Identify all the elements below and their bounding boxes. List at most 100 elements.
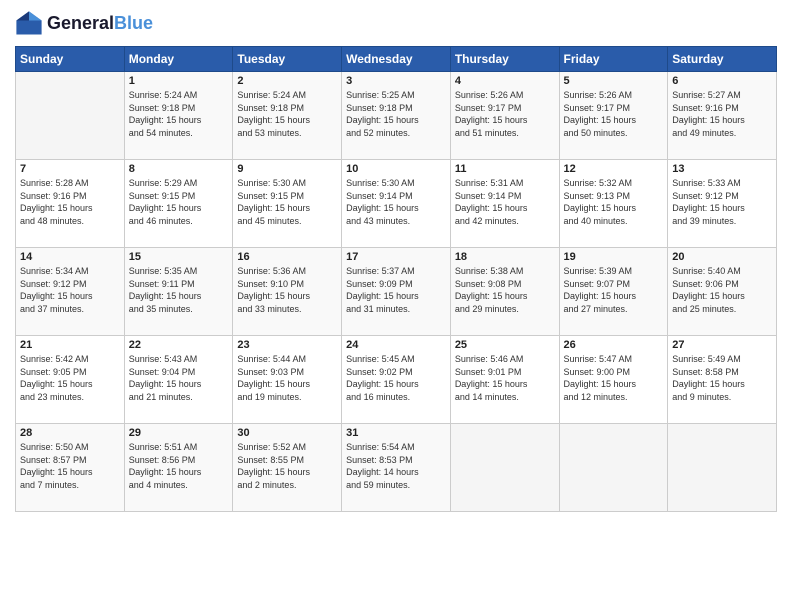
day-number: 5 (564, 75, 664, 87)
day-number: 2 (237, 75, 337, 87)
calendar-cell: 2 Sunrise: 5:24 AM Sunset: 9:18 PM Daylig… (233, 72, 342, 160)
header-day-tuesday: Tuesday (233, 47, 342, 72)
day-number: 17 (346, 251, 446, 263)
calendar-cell: 13 Sunrise: 5:33 AM Sunset: 9:12 PM Dayli… (668, 160, 777, 248)
day-number: 7 (20, 163, 120, 175)
day-number: 27 (672, 339, 772, 351)
header-day-sunday: Sunday (16, 47, 125, 72)
header-row: SundayMondayTuesdayWednesdayThursdayFrid… (16, 47, 777, 72)
cell-info: Sunrise: 5:26 AM Sunset: 9:17 PM Dayligh… (455, 89, 555, 139)
cell-info: Sunrise: 5:36 AM Sunset: 9:10 PM Dayligh… (237, 265, 337, 315)
week-row-2: 14 Sunrise: 5:34 AM Sunset: 9:12 PM Dayli… (16, 248, 777, 336)
day-number: 30 (237, 427, 337, 439)
cell-info: Sunrise: 5:34 AM Sunset: 9:12 PM Dayligh… (20, 265, 120, 315)
header-day-saturday: Saturday (668, 47, 777, 72)
day-number: 20 (672, 251, 772, 263)
week-row-4: 28 Sunrise: 5:50 AM Sunset: 8:57 PM Dayli… (16, 424, 777, 512)
cell-info: Sunrise: 5:25 AM Sunset: 9:18 PM Dayligh… (346, 89, 446, 139)
cell-info: Sunrise: 5:38 AM Sunset: 9:08 PM Dayligh… (455, 265, 555, 315)
header-day-thursday: Thursday (450, 47, 559, 72)
day-number: 26 (564, 339, 664, 351)
cell-info: Sunrise: 5:33 AM Sunset: 9:12 PM Dayligh… (672, 177, 772, 227)
calendar-table: SundayMondayTuesdayWednesdayThursdayFrid… (15, 46, 777, 512)
calendar-cell: 16 Sunrise: 5:36 AM Sunset: 9:10 PM Dayli… (233, 248, 342, 336)
day-number: 23 (237, 339, 337, 351)
day-number: 10 (346, 163, 446, 175)
cell-info: Sunrise: 5:40 AM Sunset: 9:06 PM Dayligh… (672, 265, 772, 315)
day-number: 1 (129, 75, 229, 87)
cell-info: Sunrise: 5:54 AM Sunset: 8:53 PM Dayligh… (346, 441, 446, 491)
calendar-cell: 22 Sunrise: 5:43 AM Sunset: 9:04 PM Dayli… (124, 336, 233, 424)
cell-info: Sunrise: 5:26 AM Sunset: 9:17 PM Dayligh… (564, 89, 664, 139)
day-number: 6 (672, 75, 772, 87)
cell-info: Sunrise: 5:32 AM Sunset: 9:13 PM Dayligh… (564, 177, 664, 227)
cell-info: Sunrise: 5:43 AM Sunset: 9:04 PM Dayligh… (129, 353, 229, 403)
day-number: 22 (129, 339, 229, 351)
day-number: 25 (455, 339, 555, 351)
day-number: 9 (237, 163, 337, 175)
logo-icon (15, 10, 43, 38)
calendar-cell: 14 Sunrise: 5:34 AM Sunset: 9:12 PM Dayli… (16, 248, 125, 336)
calendar-cell: 11 Sunrise: 5:31 AM Sunset: 9:14 PM Dayli… (450, 160, 559, 248)
day-number: 11 (455, 163, 555, 175)
calendar-cell (16, 72, 125, 160)
header: GeneralBlue (15, 10, 777, 38)
day-number: 14 (20, 251, 120, 263)
day-number: 3 (346, 75, 446, 87)
calendar-cell (450, 424, 559, 512)
calendar-cell: 21 Sunrise: 5:42 AM Sunset: 9:05 PM Dayli… (16, 336, 125, 424)
cell-info: Sunrise: 5:35 AM Sunset: 9:11 PM Dayligh… (129, 265, 229, 315)
cell-info: Sunrise: 5:27 AM Sunset: 9:16 PM Dayligh… (672, 89, 772, 139)
cell-info: Sunrise: 5:24 AM Sunset: 9:18 PM Dayligh… (237, 89, 337, 139)
header-day-wednesday: Wednesday (342, 47, 451, 72)
calendar-cell: 10 Sunrise: 5:30 AM Sunset: 9:14 PM Dayli… (342, 160, 451, 248)
calendar-cell: 1Sunrise: 5:24 AM Sunset: 9:18 PM Daylig… (124, 72, 233, 160)
cell-info: Sunrise: 5:37 AM Sunset: 9:09 PM Dayligh… (346, 265, 446, 315)
cell-info: Sunrise: 5:52 AM Sunset: 8:55 PM Dayligh… (237, 441, 337, 491)
day-number: 21 (20, 339, 120, 351)
day-number: 12 (564, 163, 664, 175)
header-day-monday: Monday (124, 47, 233, 72)
logo-text: GeneralBlue (47, 14, 153, 34)
cell-info: Sunrise: 5:42 AM Sunset: 9:05 PM Dayligh… (20, 353, 120, 403)
week-row-3: 21 Sunrise: 5:42 AM Sunset: 9:05 PM Dayli… (16, 336, 777, 424)
calendar-cell (668, 424, 777, 512)
day-number: 8 (129, 163, 229, 175)
cell-info: Sunrise: 5:50 AM Sunset: 8:57 PM Dayligh… (20, 441, 120, 491)
day-number: 16 (237, 251, 337, 263)
page: GeneralBlue SundayMondayTuesdayWednesday… (0, 0, 792, 612)
calendar-cell: 26 Sunrise: 5:47 AM Sunset: 9:00 PM Dayli… (559, 336, 668, 424)
cell-info: Sunrise: 5:39 AM Sunset: 9:07 PM Dayligh… (564, 265, 664, 315)
day-number: 28 (20, 427, 120, 439)
calendar-cell: 29Sunrise: 5:51 AM Sunset: 8:56 PM Dayli… (124, 424, 233, 512)
calendar-cell: 28 Sunrise: 5:50 AM Sunset: 8:57 PM Dayli… (16, 424, 125, 512)
day-number: 13 (672, 163, 772, 175)
calendar-cell: 30 Sunrise: 5:52 AM Sunset: 8:55 PM Dayli… (233, 424, 342, 512)
calendar-cell: 18Sunrise: 5:38 AM Sunset: 9:08 PM Dayli… (450, 248, 559, 336)
cell-info: Sunrise: 5:31 AM Sunset: 9:14 PM Dayligh… (455, 177, 555, 227)
calendar-cell: 7 Sunrise: 5:28 AM Sunset: 9:16 PM Daylig… (16, 160, 125, 248)
cell-info: Sunrise: 5:28 AM Sunset: 9:16 PM Dayligh… (20, 177, 120, 227)
calendar-cell: 15 Sunrise: 5:35 AM Sunset: 9:11 PM Dayli… (124, 248, 233, 336)
day-number: 29 (129, 427, 229, 439)
calendar-cell: 3 Sunrise: 5:25 AM Sunset: 9:18 PM Daylig… (342, 72, 451, 160)
logo: GeneralBlue (15, 10, 153, 38)
day-number: 4 (455, 75, 555, 87)
calendar-cell: 31Sunrise: 5:54 AM Sunset: 8:53 PM Dayli… (342, 424, 451, 512)
cell-info: Sunrise: 5:29 AM Sunset: 9:15 PM Dayligh… (129, 177, 229, 227)
cell-info: Sunrise: 5:30 AM Sunset: 9:14 PM Dayligh… (346, 177, 446, 227)
cell-info: Sunrise: 5:45 AM Sunset: 9:02 PM Dayligh… (346, 353, 446, 403)
calendar-body: 1 Sunrise: 5:24 AM Sunset: 9:18 PM Daylig… (16, 72, 777, 512)
calendar-header: SundayMondayTuesdayWednesdayThursdayFrid… (16, 47, 777, 72)
calendar-cell: 17 Sunrise: 5:37 AM Sunset: 9:09 PM Dayli… (342, 248, 451, 336)
day-number: 15 (129, 251, 229, 263)
cell-info: Sunrise: 5:47 AM Sunset: 9:00 PM Dayligh… (564, 353, 664, 403)
calendar-cell: 8 Sunrise: 5:29 AM Sunset: 9:15 PM Daylig… (124, 160, 233, 248)
calendar-cell: 6 Sunrise: 5:27 AM Sunset: 9:16 PM Daylig… (668, 72, 777, 160)
calendar-cell: 5 Sunrise: 5:26 AM Sunset: 9:17 PM Daylig… (559, 72, 668, 160)
day-number: 19 (564, 251, 664, 263)
calendar-cell: 24Sunrise: 5:45 AM Sunset: 9:02 PM Dayli… (342, 336, 451, 424)
header-day-friday: Friday (559, 47, 668, 72)
week-row-0: 1 Sunrise: 5:24 AM Sunset: 9:18 PM Daylig… (16, 72, 777, 160)
calendar-cell: 4 Sunrise: 5:26 AM Sunset: 9:17 PM Daylig… (450, 72, 559, 160)
